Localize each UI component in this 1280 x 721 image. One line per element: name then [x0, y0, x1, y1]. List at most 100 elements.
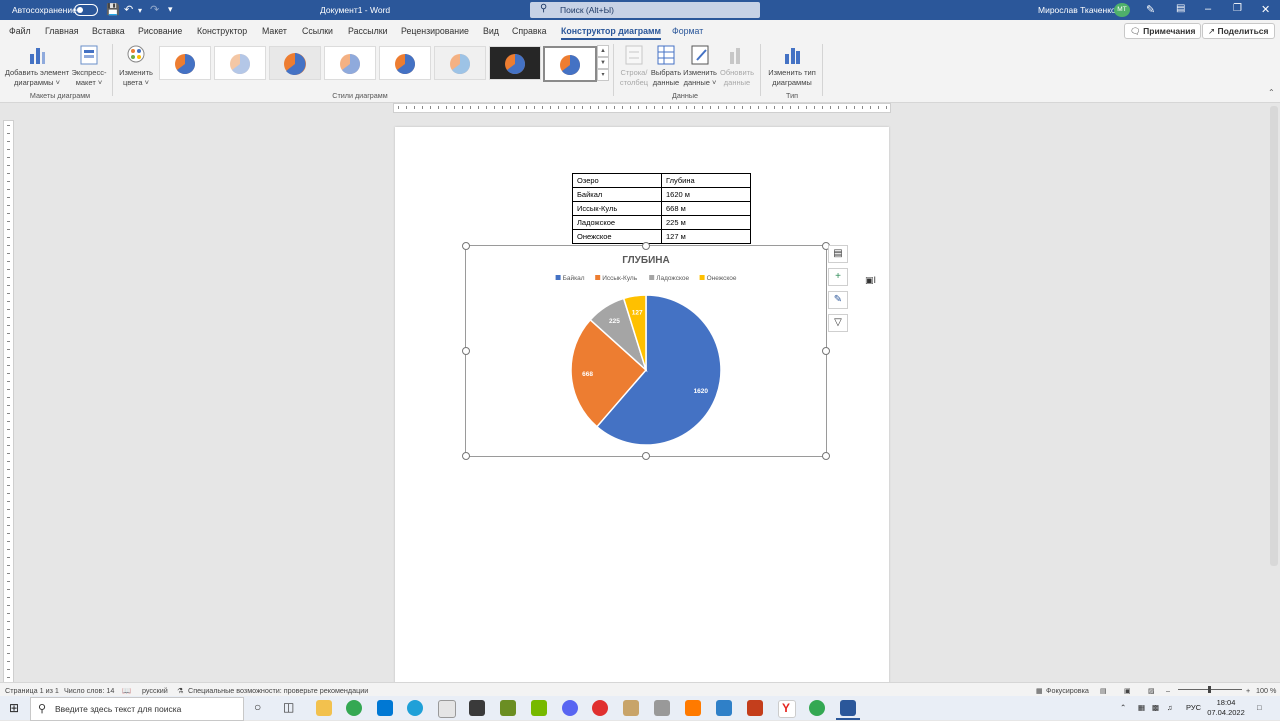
save-icon[interactable]: 💾 [106, 3, 120, 16]
pen-icon[interactable]: ✎ [1146, 3, 1155, 16]
data-label-1[interactable]: 668 [582, 371, 593, 378]
zoom-in-icon[interactable]: + [1246, 686, 1250, 695]
chart-elements-plus-icon[interactable]: + [828, 268, 848, 286]
table-cell[interactable]: 225 м [661, 215, 751, 230]
clock[interactable]: 18:04 07.04.2022 [1206, 698, 1246, 718]
yandex-browser-icon[interactable]: Y [778, 700, 796, 718]
vertical-ruler[interactable] [3, 120, 14, 684]
chart-style-7[interactable] [489, 46, 541, 80]
avatar[interactable]: МТ [1114, 3, 1130, 17]
redo-icon[interactable]: ↷ [150, 3, 159, 16]
terminal-icon[interactable] [469, 700, 485, 716]
legend-entry-0[interactable]: Байкал [563, 274, 585, 282]
chart-style-2[interactable] [214, 46, 266, 80]
chart-style-6[interactable] [434, 46, 486, 80]
undo-dropdown-icon[interactable]: ▾ [138, 6, 142, 15]
share-button[interactable]: ↗ Поделиться [1202, 23, 1275, 39]
resize-handle-bottom-right[interactable] [822, 452, 830, 460]
keyboard-language[interactable]: РУС [1186, 703, 1201, 712]
zoom-slider-thumb[interactable] [1208, 686, 1211, 693]
minecraft-icon[interactable] [500, 700, 516, 716]
battery-icon[interactable]: ▩ [1152, 703, 1159, 712]
powerpoint-icon[interactable] [747, 700, 763, 716]
store-icon[interactable] [438, 700, 456, 718]
resize-handle-right[interactable] [822, 347, 830, 355]
web-layout-icon[interactable]: ▨ [1148, 686, 1155, 695]
windows-start-icon[interactable]: ⊞ [9, 701, 19, 715]
tray-overflow-icon[interactable]: ⌃ [1120, 703, 1126, 712]
chart-title[interactable]: ГЛУБИНА [622, 255, 669, 266]
resize-handle-bottom[interactable] [642, 452, 650, 460]
yandex-icon[interactable] [592, 700, 608, 716]
table-cell[interactable]: Глубина [661, 173, 751, 188]
tab-layout[interactable]: Макет [262, 26, 287, 36]
chart-area[interactable]: ГЛУБИНА Байкал Иссык-Куль Ладожское Онежско… [465, 245, 827, 457]
task-view-icon[interactable]: ◫ [283, 700, 294, 714]
chrome-icon[interactable] [809, 700, 825, 716]
chrome-icon[interactable] [346, 700, 362, 716]
nvidia-icon[interactable] [531, 700, 547, 716]
volume-icon[interactable]: ♫ [1167, 703, 1173, 712]
table-cell[interactable]: 668 м [661, 201, 751, 216]
chart-style-1[interactable] [159, 46, 211, 80]
paint-icon[interactable] [623, 700, 639, 716]
table-cell[interactable]: Онежское [572, 229, 662, 244]
tab-mailings[interactable]: Рассылки [348, 26, 387, 36]
table-cell[interactable]: Иссык-Куль [572, 201, 662, 216]
chart-style-4[interactable] [324, 46, 376, 80]
table-cell[interactable]: Ладожское [572, 215, 662, 230]
minimize-icon[interactable]: – [1205, 3, 1211, 15]
autosave-toggle[interactable] [74, 4, 98, 16]
document-page[interactable]: Озеро Глубина Байкал 1620 м Иссык-Куль 668 … [395, 127, 889, 687]
select-data-button[interactable]: Выбрать данные [649, 42, 683, 88]
tab-view[interactable]: Вид [483, 26, 499, 36]
table-cell[interactable]: 127 м [661, 229, 751, 244]
gallery-more-icon[interactable]: ▾ [597, 69, 609, 81]
resize-handle-top-left[interactable] [462, 242, 470, 250]
page-count[interactable]: Страница 1 из 1 [5, 686, 59, 695]
print-layout-icon[interactable]: ▣ [1124, 686, 1131, 695]
maximize-icon[interactable]: ❐ [1233, 3, 1242, 14]
read-mode-icon[interactable]: ▤ [1100, 686, 1107, 695]
horizontal-ruler[interactable] [393, 103, 891, 113]
photos-icon[interactable] [716, 700, 732, 716]
legend-entry-1[interactable]: Иссык-Куль [602, 275, 638, 282]
layout-options-icon[interactable]: ▤ [828, 245, 848, 263]
tab-help[interactable]: Справка [512, 26, 547, 36]
collapse-ribbon-icon[interactable]: ⌃ [1268, 88, 1275, 97]
tab-insert[interactable]: Вставка [92, 26, 125, 36]
resize-handle-left[interactable] [462, 347, 470, 355]
vertical-scrollbar[interactable] [1270, 106, 1278, 566]
comments-button[interactable]: 🗨 Примечания [1124, 23, 1202, 39]
undo-icon[interactable]: ↶ [124, 3, 133, 16]
legend-entry-2[interactable]: Ладожское [656, 275, 689, 282]
table-cell[interactable]: 1620 м [661, 187, 751, 202]
chart-legend[interactable]: Байкал Иссык-Куль Ладожское Онежское [555, 274, 737, 282]
zoom-out-icon[interactable]: – [1166, 686, 1170, 695]
gallery-down-icon[interactable]: ▼ [597, 57, 609, 69]
tab-design[interactable]: Конструктор [197, 26, 247, 36]
tab-references[interactable]: Ссылки [302, 26, 333, 36]
edit-data-button[interactable]: Изменить данные ˅ [683, 42, 717, 88]
chart-style-8-selected[interactable] [543, 46, 597, 82]
zoom-level[interactable]: 100 % [1256, 686, 1276, 695]
quick-layout-button[interactable]: Экспресс-макет ˅ [70, 42, 108, 88]
switch-row-column-button[interactable]: Строка/столбец [617, 42, 651, 88]
data-label-2[interactable]: 225 [609, 318, 620, 325]
data-label-3[interactable]: 127 [632, 310, 643, 317]
network-icon[interactable]: ▦ [1138, 703, 1145, 712]
language-status[interactable]: русский [142, 686, 168, 695]
add-chart-element-button[interactable]: Добавить элемент диаграммы ˅ [4, 42, 70, 88]
legend-entry-3[interactable]: Онежское [707, 275, 737, 282]
gallery-up-icon[interactable]: ▲ [597, 45, 609, 57]
lakes-table[interactable]: Озеро Глубина Байкал 1620 м Иссык-Куль 668 … [572, 173, 751, 244]
table-cell[interactable]: Озеро [572, 173, 662, 188]
pie-chart[interactable]: ГЛУБИНА Байкал Иссык-Куль Ладожское Онежско… [466, 246, 826, 456]
proofing-icon[interactable]: 📖 [122, 686, 131, 695]
notifications-icon[interactable]: □ [1257, 703, 1262, 712]
word-icon[interactable] [840, 700, 856, 716]
zoom-slider[interactable] [1178, 686, 1242, 693]
data-label-0[interactable]: 1620 [694, 388, 709, 395]
tab-file[interactable]: Файл [9, 26, 31, 36]
change-colors-button[interactable]: Изменить цвета ˅ [116, 42, 156, 88]
